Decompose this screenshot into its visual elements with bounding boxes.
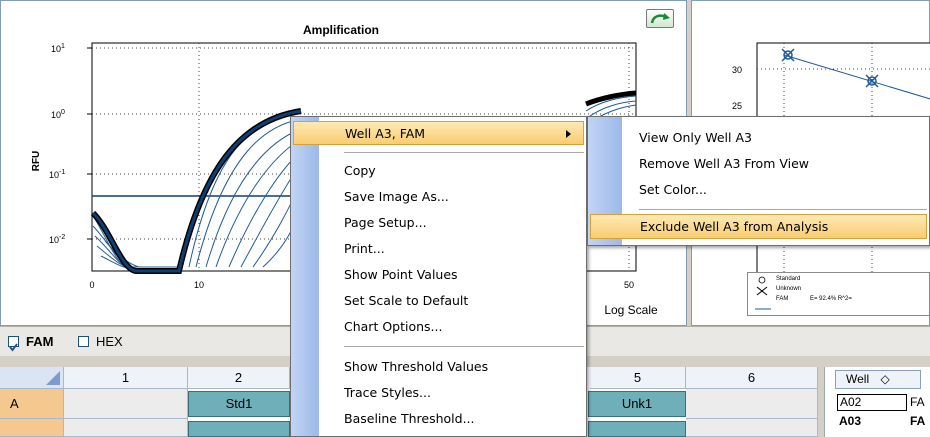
y-tick-minus1: 10-1 <box>49 169 65 180</box>
menu-item-print[interactable]: Print... <box>291 237 586 261</box>
y-tick-marks <box>87 47 92 240</box>
well-a5[interactable]: Unk1 <box>588 391 686 417</box>
well-b1[interactable] <box>64 419 188 437</box>
submenu-exclude-well[interactable]: Exclude Well A3 from Analysis <box>590 214 927 239</box>
select-all-icon <box>46 371 60 385</box>
fam-checkbox[interactable] <box>8 336 19 352</box>
submenu-set-color[interactable]: Set Color... <box>588 177 929 203</box>
legend-unknown: Unknown <box>776 286 802 292</box>
menu-separator <box>639 209 927 210</box>
corner-cell[interactable] <box>0 367 64 389</box>
submenu-arrow-icon <box>566 130 571 138</box>
well-a2[interactable]: Std1 <box>188 391 290 417</box>
y-tick-minus2: 10-2 <box>49 234 65 245</box>
legend-standard: Standard <box>776 276 801 282</box>
well-a1[interactable] <box>64 389 188 419</box>
well-b6[interactable] <box>686 419 818 437</box>
y-tick-0: 100 <box>51 109 65 120</box>
menu-item-well-a3-fam[interactable]: Well A3, FAM <box>293 121 584 145</box>
chart-title: Amplification <box>303 23 379 37</box>
standard-point[interactable] <box>865 74 879 88</box>
standard-point[interactable] <box>781 48 795 62</box>
curved-arrow-icon <box>650 13 670 24</box>
x-tick-0: 0 <box>89 280 94 290</box>
well-b2[interactable] <box>188 421 290 437</box>
submenu-remove-well[interactable]: Remove Well A3 From View <box>588 151 929 177</box>
log-scale-toggle[interactable]: Log Scale <box>591 300 671 320</box>
well-a6[interactable] <box>686 389 818 419</box>
legend-fam: FAM <box>776 296 789 302</box>
well-submenu: View Only Well A3 Remove Well A3 From Vi… <box>587 116 930 246</box>
std-curve-legend: Standard Unknown FAM E= 92.4% R^2= <box>747 272 930 316</box>
hex-checkbox[interactable] <box>78 336 89 347</box>
std-y-tick-30: 30 <box>732 65 742 75</box>
menu-item-label: Well A3, FAM <box>345 126 426 141</box>
x-tick-50: 50 <box>624 280 634 290</box>
menu-item-copy[interactable]: Copy <box>291 159 586 183</box>
std-y-tick-25: 25 <box>732 101 742 111</box>
checkmark-icon <box>9 343 18 352</box>
column-header-1[interactable]: 1 <box>64 367 188 389</box>
menu-item-page-setup[interactable]: Page Setup... <box>291 211 586 235</box>
y-axis-label: RFU <box>31 151 42 172</box>
back-arrow-button[interactable] <box>646 9 674 28</box>
fluor-cell-a03[interactable]: FA <box>910 414 925 429</box>
column-header-2[interactable]: 2 <box>188 367 290 389</box>
well-column-header[interactable]: Well ◇ <box>835 370 921 389</box>
row-header-a[interactable]: A <box>0 389 64 419</box>
well-cell-a02[interactable]: A02 <box>837 394 907 411</box>
legend-efficiency: E= 92.4% R^2= <box>810 296 852 302</box>
y-tick-labels: 101 100 10-1 10-2 <box>49 43 65 245</box>
menu-separator <box>344 152 584 153</box>
hex-label[interactable]: HEX <box>96 334 123 349</box>
menu-item-set-scale-default[interactable]: Set Scale to Default <box>291 289 586 313</box>
column-header-6[interactable]: 6 <box>686 367 818 389</box>
well-cell-a03[interactable]: A03 <box>839 414 861 429</box>
x-tick-10: 10 <box>194 280 204 290</box>
menu-item-chart-options[interactable]: Chart Options... <box>291 315 586 339</box>
fluor-cell-a02[interactable]: FA <box>910 395 925 410</box>
submenu-view-only-well[interactable]: View Only Well A3 <box>588 125 929 151</box>
row-header-b[interactable] <box>0 419 64 437</box>
menu-item-trace-styles[interactable]: Trace Styles... <box>291 381 586 405</box>
menu-item-save-image[interactable]: Save Image As... <box>291 185 586 209</box>
menu-item-baseline-threshold[interactable]: Baseline Threshold... <box>291 407 586 431</box>
context-menu: Well A3, FAM Copy Save Image As... Page … <box>290 116 587 437</box>
sort-icon: ◇ <box>880 372 890 386</box>
legend-markers <box>755 276 771 310</box>
y-tick-1: 101 <box>51 43 65 54</box>
menu-item-show-threshold[interactable]: Show Threshold Values <box>291 355 586 379</box>
well-results-table: Well ◇ A02 FA A03 FA <box>824 367 930 437</box>
column-header-5[interactable]: 5 <box>590 367 686 389</box>
menu-item-show-point-values[interactable]: Show Point Values <box>291 263 586 287</box>
fam-label[interactable]: FAM <box>26 334 53 349</box>
menu-separator <box>344 346 584 347</box>
well-b5[interactable] <box>588 421 686 437</box>
well-header-label: Well <box>846 372 870 386</box>
